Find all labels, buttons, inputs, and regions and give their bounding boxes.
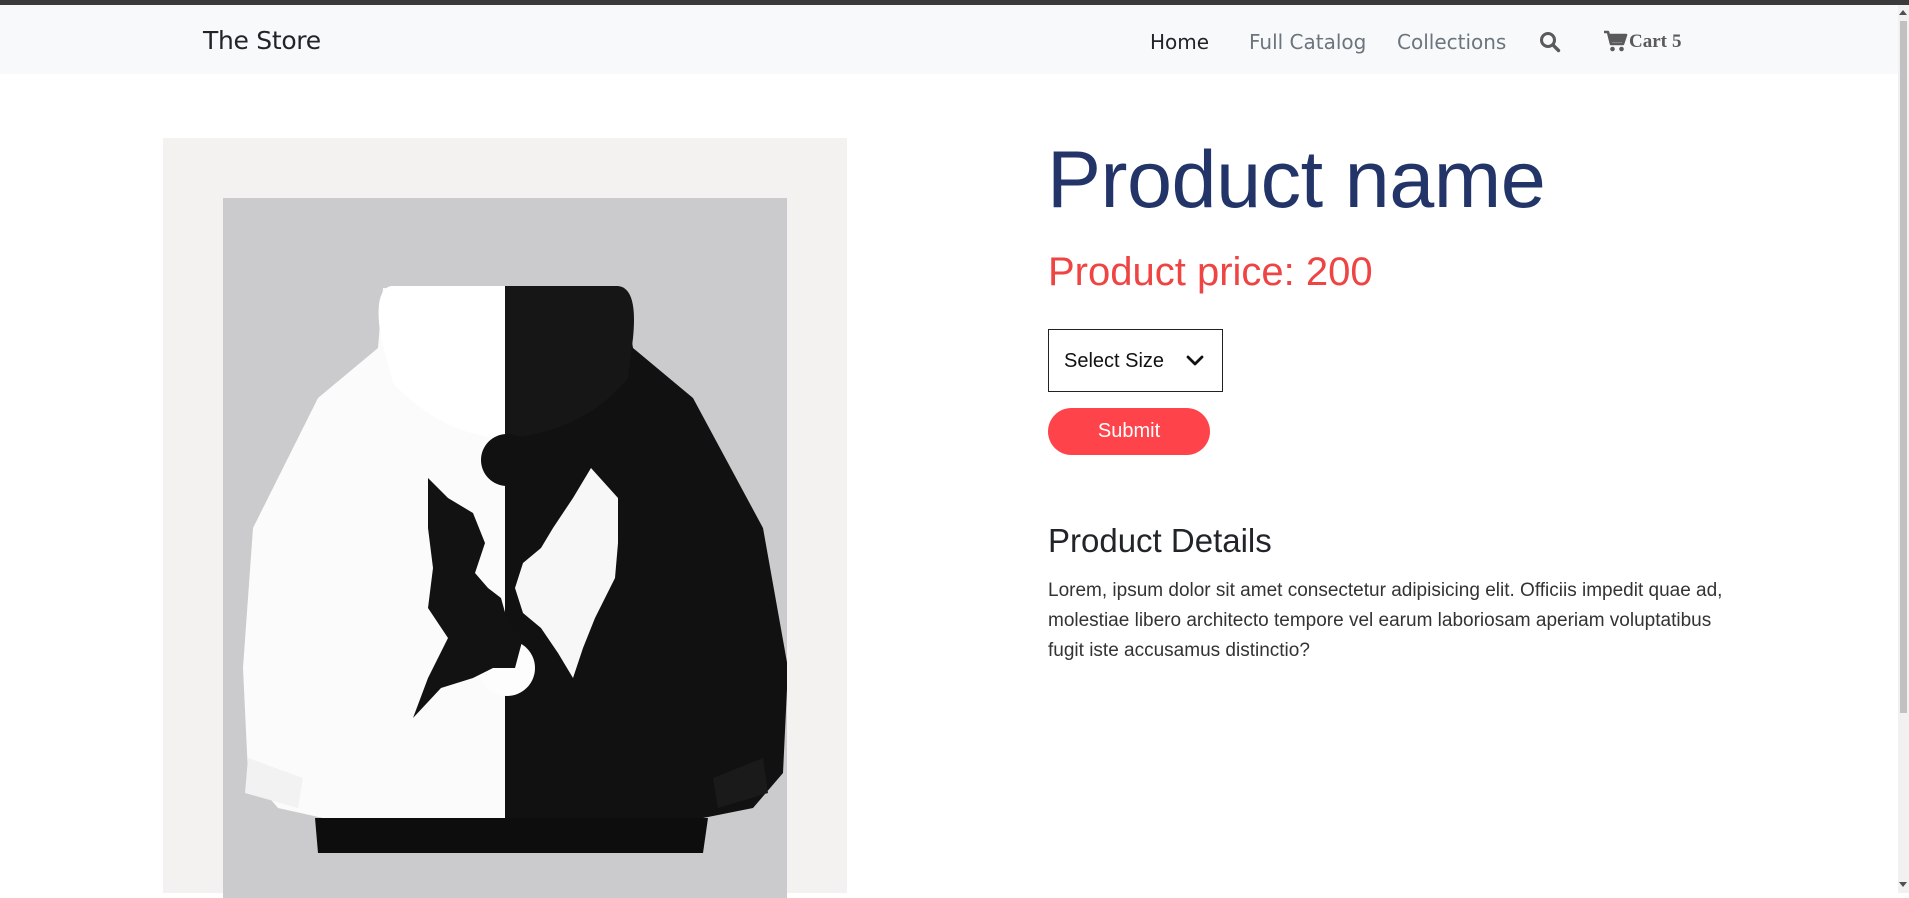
page-scrollbar[interactable] [1898, 5, 1909, 893]
nav-link-home[interactable]: Home [1150, 30, 1209, 54]
scrollbar-thumb[interactable] [1900, 21, 1907, 713]
scroll-down-arrow-icon[interactable] [1899, 882, 1907, 887]
product-price: Product price: 200 [1048, 250, 1373, 294]
product-title: Product name [1047, 135, 1546, 225]
product-image [223, 198, 787, 898]
cart-label: Cart 5 [1629, 31, 1681, 53]
cart-text: Cart [1629, 31, 1667, 52]
nav-link-full-catalog[interactable]: Full Catalog [1249, 30, 1366, 54]
submit-button[interactable]: Submit [1048, 408, 1210, 455]
cart-icon [1604, 30, 1628, 52]
size-select[interactable]: Select Size [1048, 329, 1223, 392]
product-details-heading: Product Details [1048, 522, 1272, 559]
search-icon[interactable] [1539, 31, 1561, 53]
nav-link-collections[interactable]: Collections [1397, 30, 1506, 54]
scroll-up-arrow-icon[interactable] [1899, 10, 1907, 15]
chevron-down-icon [1186, 355, 1204, 366]
brand-link[interactable]: The Store [203, 26, 321, 55]
product-details-text: Lorem, ipsum dolor sit amet consectetur … [1048, 580, 1723, 661]
cart-count: 5 [1671, 31, 1682, 52]
product-image-panel [163, 138, 847, 898]
size-select-value: Select Size [1064, 350, 1165, 372]
navbar: The Store Home Full Catalog Collections … [0, 5, 1898, 74]
